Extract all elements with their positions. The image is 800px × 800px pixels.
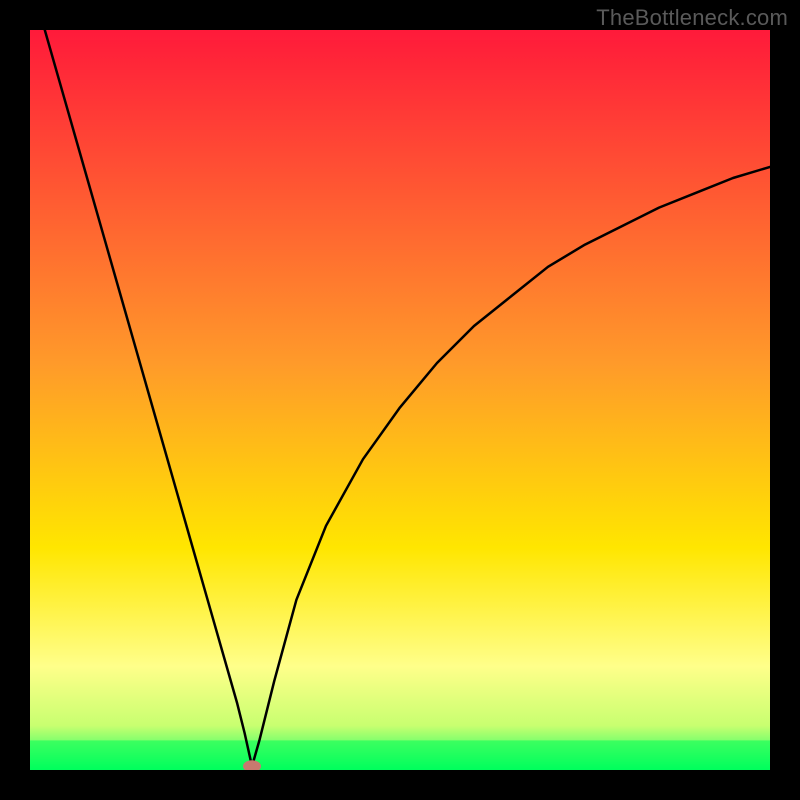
bottleneck-chart: [30, 30, 770, 770]
watermark: TheBottleneck.com: [596, 5, 788, 31]
plot-area: [30, 30, 770, 770]
green-band: [30, 740, 770, 770]
gradient-background: [30, 30, 770, 770]
chart-frame: TheBottleneck.com: [0, 0, 800, 800]
